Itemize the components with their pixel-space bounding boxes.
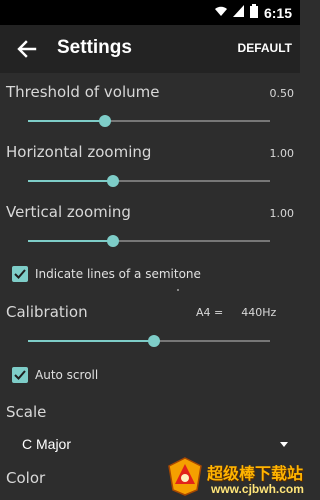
calibration-note: A4 =: [196, 306, 224, 319]
check-icon: [14, 269, 26, 279]
semitone-checkbox[interactable]: [12, 266, 28, 282]
autoscroll-checkbox-row[interactable]: Auto scroll: [12, 367, 98, 383]
divider-dot: [177, 289, 179, 291]
calibration-readout: A4 = 440Hz: [196, 306, 276, 319]
slider-fill: [28, 240, 113, 242]
arrow-back-icon: [17, 40, 37, 58]
app-bar: Settings DEFAULT: [0, 25, 300, 73]
vertical-zoom-value: 1.00: [269, 207, 295, 220]
semitone-checkbox-row[interactable]: Indicate lines of a semitone: [12, 266, 201, 282]
horizontal-zoom-value: 1.00: [269, 147, 295, 160]
watermark-title: 超级棒下载站: [207, 464, 304, 483]
threshold-value: 0.50: [269, 87, 295, 100]
scale-select[interactable]: C Major: [20, 434, 290, 456]
calibration-slider[interactable]: [28, 333, 270, 349]
scale-label: Scale: [6, 403, 47, 421]
slider-thumb[interactable]: [99, 115, 112, 127]
semitone-label: Indicate lines of a semitone: [35, 267, 201, 281]
autoscroll-label: Auto scroll: [35, 368, 99, 382]
calibration-label: Calibration: [6, 303, 88, 321]
threshold-label: Threshold of volume: [6, 83, 160, 101]
vertical-zoom-label: Vertical zooming: [6, 203, 131, 221]
watermark-url: www.cjbwh.com: [211, 482, 304, 496]
status-bar: 6:15: [0, 0, 300, 25]
back-button[interactable]: [14, 36, 40, 62]
slider-thumb[interactable]: [106, 175, 119, 187]
autoscroll-checkbox[interactable]: [12, 367, 28, 383]
horizontal-zoom-label: Horizontal zooming: [6, 143, 152, 161]
status-icons: 6:15: [214, 4, 292, 22]
wifi-icon: [214, 5, 227, 21]
battery-icon: [249, 4, 258, 22]
check-icon: [14, 370, 26, 380]
slider-thumb[interactable]: [106, 235, 119, 247]
horizontal-zoom-slider[interactable]: [28, 173, 270, 189]
default-button[interactable]: DEFAULT: [238, 41, 292, 55]
scale-selected-value: C Major: [22, 436, 72, 452]
page-title: Settings: [57, 37, 132, 58]
status-time: 6:15: [263, 5, 292, 21]
slider-fill: [28, 120, 106, 122]
slider-fill: [28, 180, 113, 182]
watermark-logo-icon: [168, 457, 202, 496]
signal-icon: [232, 5, 244, 21]
calibration-frequency: 440Hz: [241, 306, 277, 319]
vertical-zoom-slider[interactable]: [28, 233, 270, 249]
color-label: Color: [6, 469, 46, 487]
dropdown-arrow-icon: [280, 442, 288, 447]
slider-thumb[interactable]: [147, 335, 160, 347]
watermark: 超级棒下载站 www.cjbwh.com: [165, 454, 304, 500]
threshold-slider[interactable]: [28, 113, 270, 129]
slider-fill: [28, 340, 154, 342]
